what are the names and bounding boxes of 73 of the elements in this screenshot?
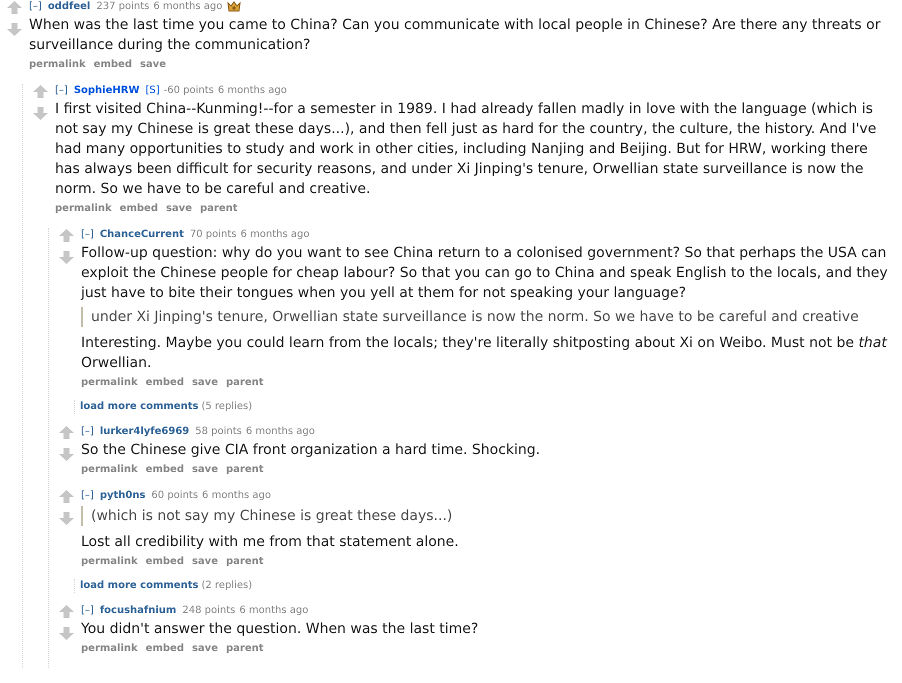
score: 70 points <box>190 228 236 241</box>
action-link[interactable]: embed <box>120 202 158 215</box>
upvote-icon[interactable] <box>59 605 74 619</box>
upvote-icon[interactable] <box>7 1 22 15</box>
action-link[interactable]: embed <box>146 555 184 568</box>
timestamp: 6 months ago <box>240 228 310 241</box>
action-link[interactable]: parent <box>226 642 264 655</box>
load-more-link[interactable]: load more comments <box>80 580 198 591</box>
comment-text: Interesting. Maybe you could learn from the locals; they're literally shitposting about Xi on Weibo. Must not be that Orwellian. <box>81 334 888 373</box>
timestamp: 6 months ago <box>202 489 272 502</box>
load-more-link[interactable]: load more comments <box>80 401 198 412</box>
action-link[interactable]: save <box>166 202 192 215</box>
upvote-icon[interactable] <box>59 490 74 504</box>
downvote-icon[interactable] <box>33 106 48 120</box>
action-link[interactable]: permalink <box>81 555 138 568</box>
collapse-toggle[interactable]: [–] <box>29 0 42 13</box>
action-link[interactable]: embed <box>146 376 184 389</box>
quoted-text: (which is not say my Chinese is great these days...) <box>81 506 894 526</box>
timestamp: 6 months ago <box>239 604 308 617</box>
author-link[interactable]: oddfeel <box>48 0 90 13</box>
upvote-icon[interactable] <box>59 229 74 243</box>
action-link[interactable]: save <box>192 376 218 389</box>
timestamp: 6 months ago <box>218 84 287 97</box>
author-link[interactable]: pyth0ns <box>100 489 146 502</box>
action-link[interactable]: permalink <box>81 463 138 476</box>
downvote-icon[interactable] <box>59 626 74 640</box>
collapse-toggle[interactable]: [–] <box>81 604 94 617</box>
score: 60 points <box>151 489 198 502</box>
upvote-icon[interactable] <box>59 426 74 440</box>
downvote-icon[interactable] <box>7 22 22 36</box>
action-link[interactable]: embed <box>146 642 184 655</box>
collapse-toggle[interactable]: [–] <box>81 489 94 502</box>
score: -60 points <box>164 84 214 97</box>
quoted-text: under Xi Jinping's tenure, Orwellian state surveillance is now the norm. So we have to be careful and creative <box>81 307 894 327</box>
timestamp: 6 months ago <box>153 0 222 13</box>
action-link[interactable]: save <box>192 642 218 655</box>
author-link[interactable]: ChanceCurrent <box>100 228 184 241</box>
comment-text: You didn't answer the question. When was the last time? <box>81 620 480 639</box>
downvote-icon[interactable] <box>59 511 74 525</box>
action-link[interactable]: parent <box>226 555 264 568</box>
action-link[interactable]: permalink <box>81 642 138 655</box>
action-link[interactable]: parent <box>226 376 264 389</box>
collapse-toggle[interactable]: [–] <box>55 84 68 97</box>
author-link[interactable]: lurker4lyfe6969 <box>100 425 190 438</box>
score: 237 points <box>96 0 150 13</box>
action-link[interactable]: permalink <box>55 202 112 215</box>
action-link[interactable]: save <box>192 463 218 476</box>
reply-count: (5 replies) <box>201 401 252 412</box>
reply-count: (2 replies) <box>201 580 252 591</box>
submitter-tag[interactable]: [S] <box>145 84 160 97</box>
action-link[interactable]: save <box>140 58 166 71</box>
comment-text: Lost all credibility with me from that statement alone. <box>81 533 460 552</box>
score: 248 points <box>182 604 236 617</box>
author-link[interactable]: SophieHRW <box>74 84 140 97</box>
action-link[interactable]: permalink <box>29 58 86 71</box>
action-link[interactable]: embed <box>94 58 132 71</box>
action-link[interactable]: parent <box>226 463 264 476</box>
author-link[interactable]: focushafnium <box>100 604 176 617</box>
comment-text: So the Chinese give CIA front organization a hard time. Shocking. <box>81 441 542 460</box>
comment-text: Follow-up question: why do you want to see China return to a colonised government? So that perhaps the USA can exploit the Chinese people for cheap labour? So that you can go to China and speak English to the locals, and they just have to bite their tongues when you yell at them for not speaking your language? <box>81 244 889 303</box>
action-link[interactable]: parent <box>200 202 238 215</box>
downvote-icon[interactable] <box>59 250 74 264</box>
action-link[interactable]: embed <box>146 463 184 476</box>
action-link[interactable]: save <box>192 555 218 568</box>
action-link[interactable]: permalink <box>81 376 138 389</box>
downvote-icon[interactable] <box>59 447 74 461</box>
collapse-toggle[interactable]: [–] <box>81 228 94 241</box>
timestamp: 6 months ago <box>246 425 315 438</box>
comment-text: I first visited China--Kunming!--for a semester in 1989. I had already fallen madly in love with the language (which is not say my Chinese is great these days...), and then fell just as hard for the country, the culture, the history. And I've had many opportunities to study and work in other cities, including Nanjing and Beijing. But for HRW, working there has always been difficult for security reasons, and under Xi Jinping's tenure, Orwellian state surveillance is now the norm. So we have to be careful and creative. <box>55 100 878 199</box>
collapse-toggle[interactable]: [–] <box>81 425 94 438</box>
score: 58 points <box>195 425 242 438</box>
comment-text: When was the last time you came to China? Can you communicate with local people in Chinese? Are there any threats or surveillance during the communication? <box>29 16 882 55</box>
upvote-icon[interactable] <box>33 85 48 99</box>
